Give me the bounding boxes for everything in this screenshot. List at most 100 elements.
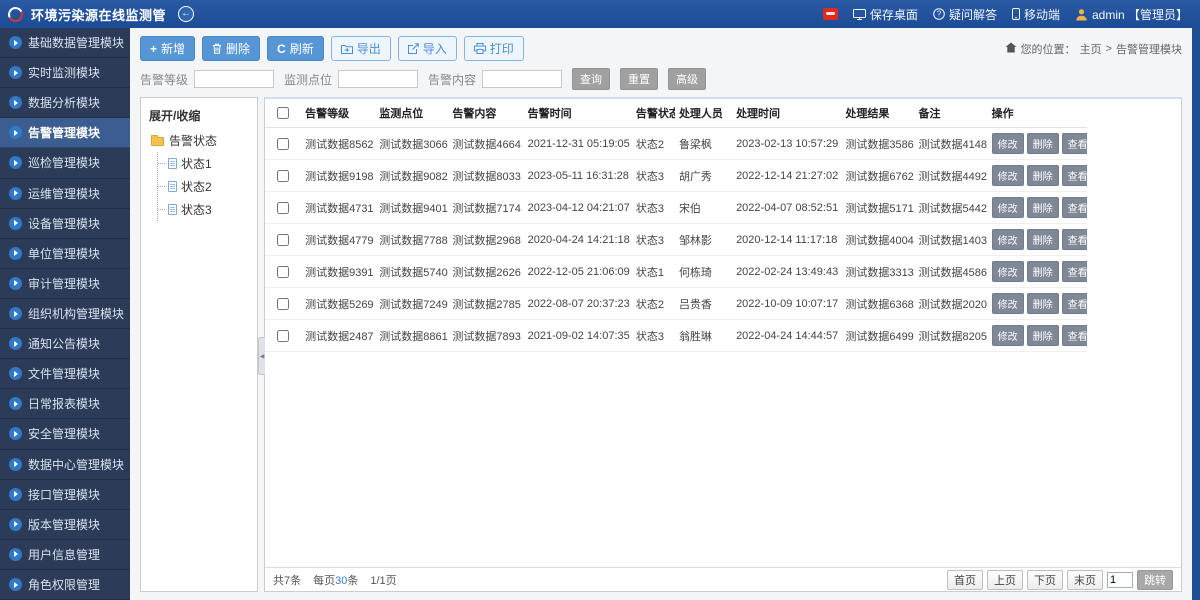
sidebar-item[interactable]: 实时监测模块 — [0, 58, 130, 88]
page-jump-button[interactable]: 跳转 — [1137, 570, 1173, 590]
print-icon — [474, 43, 486, 54]
topbar-action[interactable]: 保存桌面 — [853, 6, 918, 23]
user-menu[interactable]: admin 【管理员】 — [1075, 6, 1188, 23]
chevron-right-icon — [9, 217, 22, 230]
tree-node[interactable]: 状态2 — [158, 175, 257, 198]
sidebar-item[interactable]: 巡检管理模块 — [0, 148, 130, 178]
export-button[interactable]: 导出 — [331, 36, 391, 61]
column-header: 告警时间 — [524, 99, 632, 128]
edit-button[interactable]: 修改 — [992, 197, 1024, 218]
row-delete-button[interactable]: 删除 — [1027, 261, 1059, 282]
edit-button[interactable]: 修改 — [992, 229, 1024, 250]
edit-button[interactable]: 修改 — [992, 133, 1024, 154]
topbar-action-label: 疑问解答 — [949, 6, 997, 23]
notification-badge[interactable] — [823, 8, 838, 20]
per-page-value[interactable]: 30 — [335, 575, 347, 587]
sidebar-item[interactable]: 日常报表模块 — [0, 389, 130, 419]
row-delete-button[interactable]: 删除 — [1027, 165, 1059, 186]
import-button[interactable]: 导入 — [398, 36, 457, 61]
first-page-button[interactable]: 首页 — [947, 570, 983, 590]
filter-input[interactable] — [482, 70, 562, 88]
view-button[interactable]: 查看 — [1062, 133, 1087, 154]
tree-root-node[interactable]: 告警状态 — [141, 130, 257, 152]
row-checkbox[interactable] — [277, 138, 289, 150]
view-button[interactable]: 查看 — [1062, 197, 1087, 218]
sidebar-item[interactable]: 文件管理模块 — [0, 359, 130, 389]
row-checkbox[interactable] — [277, 234, 289, 246]
select-all-checkbox[interactable] — [277, 107, 289, 119]
edit-button[interactable]: 修改 — [992, 325, 1024, 346]
prev-page-button[interactable]: 上页 — [987, 570, 1023, 590]
table-cell: 测试数据8562 — [301, 128, 375, 160]
page: 环境污染源在线监测管 ← 保存桌面?疑问解答移动端admin 【管理员】 基础数… — [0, 0, 1200, 600]
view-button[interactable]: 查看 — [1062, 165, 1087, 186]
advanced-button[interactable]: 高级 — [668, 68, 706, 90]
add-button[interactable]: +新增 — [140, 36, 195, 61]
sidebar-item[interactable]: 基础数据管理模块 — [0, 28, 130, 58]
refresh-button[interactable]: C刷新 — [267, 36, 324, 61]
breadcrumb-home[interactable]: 主页 — [1080, 41, 1102, 57]
view-button[interactable]: 查看 — [1062, 261, 1087, 282]
sidebar-item[interactable]: 用户信息管理 — [0, 540, 130, 570]
sidebar-item[interactable]: 单位管理模块 — [0, 239, 130, 269]
filter-input[interactable] — [194, 70, 274, 88]
edit-button[interactable]: 修改 — [992, 165, 1024, 186]
filter-input[interactable] — [338, 70, 418, 88]
row-checkbox[interactable] — [277, 298, 289, 310]
breadcrumb-current: 告警管理模块 — [1116, 41, 1182, 57]
sidebar-item[interactable]: 通知公告模块 — [0, 329, 130, 359]
view-button[interactable]: 查看 — [1062, 293, 1087, 314]
reset-button[interactable]: 重置 — [620, 68, 658, 90]
edit-button[interactable]: 修改 — [992, 293, 1024, 314]
tree-root-label: 告警状态 — [169, 132, 217, 149]
row-delete-button[interactable]: 删除 — [1027, 293, 1059, 314]
sidebar-item[interactable]: 安全管理模块 — [0, 419, 130, 449]
sidebar-item[interactable]: 审计管理模块 — [0, 269, 130, 299]
back-icon[interactable]: ← — [178, 6, 194, 22]
pagination-summary: 共7条 每页30条 1/1页 — [273, 572, 397, 588]
sidebar-item[interactable]: 数据分析模块 — [0, 88, 130, 118]
row-checkbox[interactable] — [277, 202, 289, 214]
tree-node[interactable]: 状态3 — [158, 198, 257, 221]
tree-expand-toggle[interactable]: 展开/收缩 — [141, 102, 257, 130]
topbar-action[interactable]: ?疑问解答 — [933, 6, 997, 23]
actions-cell: 修改删除查看 — [988, 128, 1087, 160]
print-button[interactable]: 打印 — [464, 36, 524, 61]
row-delete-button[interactable]: 删除 — [1027, 133, 1059, 154]
topbar-action[interactable]: 移动端 — [1012, 6, 1060, 23]
sidebar-item[interactable]: 数据中心管理模块 — [0, 450, 130, 480]
table-cell: 2020-04-24 14:21:18 — [524, 224, 632, 256]
search-button[interactable]: 查询 — [572, 68, 610, 90]
edit-button[interactable]: 修改 — [992, 261, 1024, 282]
sidebar-item[interactable]: 运维管理模块 — [0, 179, 130, 209]
last-page-button[interactable]: 末页 — [1067, 570, 1103, 590]
page-jump-input[interactable] — [1107, 572, 1133, 588]
sidebar-item[interactable]: 角色权限管理 — [0, 570, 130, 600]
row-delete-button[interactable]: 删除 — [1027, 229, 1059, 250]
row-checkbox[interactable] — [277, 266, 289, 278]
sidebar-item[interactable]: 接口管理模块 — [0, 480, 130, 510]
sidebar-item[interactable]: 版本管理模块 — [0, 510, 130, 540]
delete-button[interactable]: 删除 — [202, 36, 260, 61]
column-header: 备注 — [915, 99, 988, 128]
table-row: 测试数据4731测试数据9401测试数据71742023-04-12 04:21… — [265, 192, 1087, 224]
alert-table: 告警等级监测点位告警内容告警时间告警状态处理人员处理时间处理结果备注操作 测试数… — [265, 99, 1087, 352]
row-checkbox[interactable] — [277, 330, 289, 342]
collapse-tree-handle[interactable]: ◀ — [258, 337, 265, 375]
sidebar-item[interactable]: 组织机构管理模块 — [0, 299, 130, 329]
next-page-button[interactable]: 下页 — [1027, 570, 1063, 590]
row-checkbox[interactable] — [277, 170, 289, 182]
row-delete-button[interactable]: 删除 — [1027, 325, 1059, 346]
filter-label: 告警内容 — [428, 71, 476, 88]
sidebar-item[interactable]: 设备管理模块 — [0, 209, 130, 239]
view-button[interactable]: 查看 — [1062, 229, 1087, 250]
sidebar-item[interactable]: 告警管理模块 — [0, 118, 130, 148]
table-cell: 测试数据4004 — [841, 224, 914, 256]
view-button[interactable]: 查看 — [1062, 325, 1087, 346]
sidebar-item-label: 数据分析模块 — [28, 94, 100, 111]
sidebar-item-label: 设备管理模块 — [28, 215, 100, 232]
row-delete-button[interactable]: 删除 — [1027, 197, 1059, 218]
tree-node[interactable]: 状态1 — [158, 152, 257, 175]
table-cell: 邹林影 — [675, 224, 732, 256]
table-cell: 测试数据5442 — [915, 192, 988, 224]
